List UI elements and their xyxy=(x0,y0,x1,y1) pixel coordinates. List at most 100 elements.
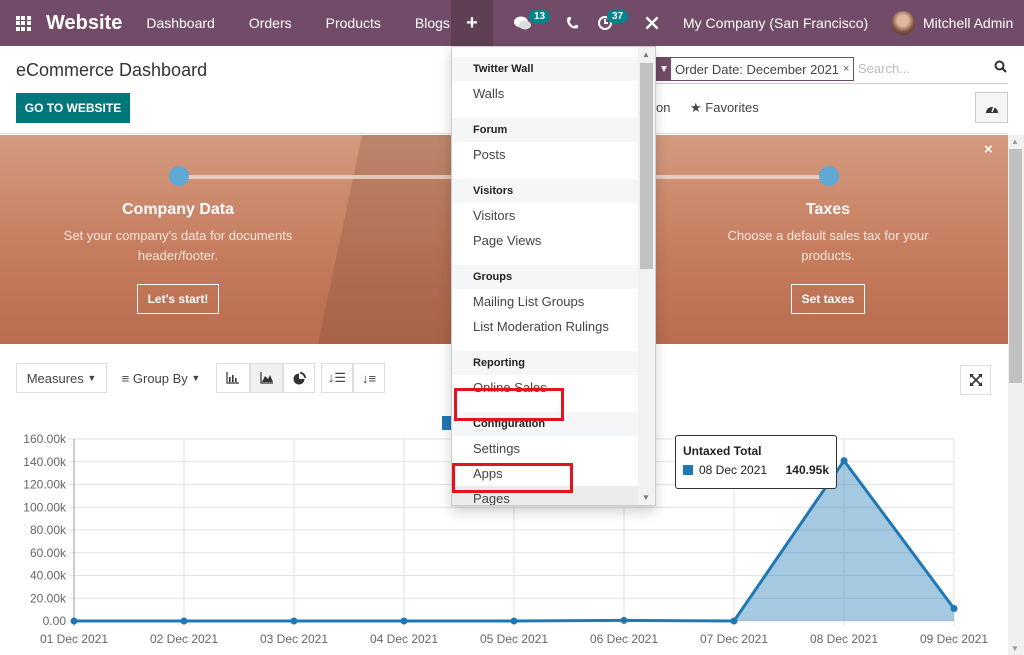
bar-chart-icon xyxy=(226,372,239,384)
tooltip-value: 140.95k xyxy=(785,463,829,477)
user-menu[interactable]: Mitchell Admin xyxy=(891,0,1013,46)
measures-label: Measures xyxy=(26,370,84,386)
favorites-dropdown-toggle[interactable]: ★ Favorites xyxy=(690,100,759,116)
facet-label: Order Date: December 2021 xyxy=(675,61,840,77)
x-tick-label: 03 Dec 2021 xyxy=(260,632,328,646)
group-by-label: Group By xyxy=(132,370,188,386)
y-tick-label: 80.00k xyxy=(30,523,67,537)
measures-button[interactable]: Measures ▼ xyxy=(16,363,107,393)
debug-button[interactable] xyxy=(645,0,659,46)
menu-item-visitors[interactable]: Visitors xyxy=(452,203,655,228)
facet-remove-button[interactable]: × xyxy=(843,63,853,75)
phone-icon xyxy=(567,17,578,29)
x-tick-label: 05 Dec 2021 xyxy=(480,632,548,646)
activities-button[interactable] xyxy=(597,0,613,46)
x-tick-label: 06 Dec 2021 xyxy=(590,632,658,646)
tachometer-icon xyxy=(985,106,998,113)
x-tick-label: 01 Dec 2021 xyxy=(40,632,108,646)
nav-orders[interactable]: Orders xyxy=(249,15,292,31)
menu-item-settings[interactable]: Settings xyxy=(452,436,655,461)
scroll-up-icon[interactable]: ▲ xyxy=(642,50,650,59)
step-description: Set your company's data for documents he… xyxy=(63,228,293,263)
page-scrollbar[interactable]: ▲ ▼ xyxy=(1008,135,1024,655)
pie-chart-mode-button[interactable] xyxy=(283,363,315,393)
avatar xyxy=(891,11,915,35)
menu-item-posts[interactable]: Posts xyxy=(452,142,655,167)
tooltip-title: Untaxed Total xyxy=(683,444,762,458)
nav-blogs[interactable]: Blogs xyxy=(415,15,450,31)
search-icon[interactable] xyxy=(994,60,1007,76)
menu-section-header: Reporting xyxy=(452,351,655,375)
line-chart-mode-button[interactable] xyxy=(250,363,283,393)
scroll-down-icon[interactable]: ▼ xyxy=(642,493,650,502)
menu-item-walls[interactable]: Walls xyxy=(452,81,655,106)
data-point xyxy=(290,617,298,625)
menu-item-page-views[interactable]: Page Views xyxy=(452,228,655,253)
company-switcher[interactable]: My Company (San Francisco) xyxy=(683,0,868,46)
y-tick-label: 20.00k xyxy=(30,591,67,605)
list-icon: ≡ xyxy=(121,370,130,386)
dashboard-view-button[interactable] xyxy=(975,92,1008,123)
go-to-website-button[interactable]: GO TO WEBSITE xyxy=(16,93,130,123)
menu-item-mailing-list-groups[interactable]: Mailing List Groups xyxy=(452,289,655,314)
set-taxes-button[interactable]: Set taxes xyxy=(790,284,866,314)
x-tick-label: 07 Dec 2021 xyxy=(700,632,768,646)
plus-icon: + xyxy=(466,11,478,34)
data-point xyxy=(180,617,188,625)
menu-scrollbar-thumb[interactable] xyxy=(640,63,653,269)
menu-gap xyxy=(452,339,655,345)
step-title: Taxes xyxy=(805,201,851,218)
sort-ascending-icon: ↓≡ xyxy=(361,370,377,386)
phone-button[interactable] xyxy=(566,0,578,46)
search-underline xyxy=(656,83,1008,84)
x-tick-label: 02 Dec 2021 xyxy=(150,632,218,646)
step-dot-taxes xyxy=(819,166,839,186)
y-tick-label: 160.00k xyxy=(23,432,67,446)
favorites-label: Favorites xyxy=(705,100,759,115)
company-name: My Company (San Francisco) xyxy=(683,15,869,31)
menu-gap xyxy=(452,167,655,173)
page-scrollbar-thumb[interactable] xyxy=(1009,149,1022,383)
menu-item-list-moderation-rulings[interactable]: List Moderation Rulings xyxy=(452,314,655,339)
y-tick-label: 140.00k xyxy=(23,455,67,469)
pie-chart-icon xyxy=(293,371,306,384)
highlight-box-pages xyxy=(452,463,573,493)
data-point xyxy=(950,604,958,612)
bar-chart-mode-button[interactable] xyxy=(216,363,250,393)
new-content-button[interactable]: + xyxy=(451,0,493,46)
step-taxes: Taxes Choose a default sales tax for you… xyxy=(708,201,948,314)
activities-badge: 37 xyxy=(607,10,629,23)
data-point xyxy=(400,617,408,625)
caret-down-icon: ▼ xyxy=(87,373,97,383)
menu-section-header: Groups xyxy=(452,265,655,289)
step-description: Choose a default sales tax for your prod… xyxy=(727,228,929,263)
scroll-down-icon[interactable]: ▼ xyxy=(1011,644,1019,653)
y-tick-label: 40.00k xyxy=(30,569,67,583)
apps-grid-icon xyxy=(15,15,31,31)
caret-down-icon: ▼ xyxy=(191,373,201,383)
filter-dropdown-toggle[interactable]: on xyxy=(656,100,670,115)
y-tick-label: 0.00 xyxy=(43,614,67,628)
area-chart-icon xyxy=(259,372,273,384)
menu-section-header: Twitter Wall xyxy=(452,57,655,81)
messaging-button[interactable] xyxy=(514,0,532,46)
menu-section-header: Forum xyxy=(452,118,655,142)
menu-scrollbar[interactable]: ▲ ▼ xyxy=(638,47,655,505)
nav-dashboard[interactable]: Dashboard xyxy=(146,15,215,31)
fullscreen-button[interactable] xyxy=(960,365,991,395)
group-by-button[interactable]: ≡ Group By ▼ xyxy=(113,363,209,393)
sort-descending-button[interactable]: ↓☰ xyxy=(321,363,353,393)
page-title: eCommerce Dashboard xyxy=(16,60,208,80)
apps-menu-button[interactable] xyxy=(0,0,46,46)
close-banner-button[interactable]: × xyxy=(984,141,993,158)
scroll-up-icon[interactable]: ▲ xyxy=(1011,137,1019,146)
data-point xyxy=(620,616,628,624)
tooltip-swatch xyxy=(683,465,693,475)
menu-gap xyxy=(452,106,655,112)
app-brand[interactable]: Website xyxy=(46,12,122,35)
sort-ascending-button[interactable]: ↓≡ xyxy=(353,363,385,393)
nav-products[interactable]: Products xyxy=(326,15,381,31)
lets-start-button[interactable]: Let's start! xyxy=(136,284,220,314)
search-input[interactable]: Search... xyxy=(858,61,910,76)
filter-icon: ▼ xyxy=(657,58,671,80)
